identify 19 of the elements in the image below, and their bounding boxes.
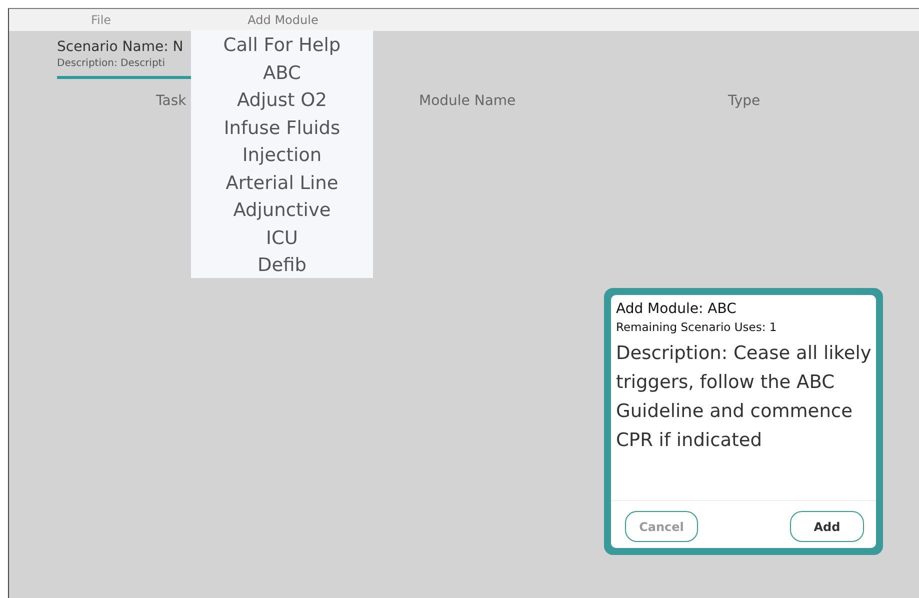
dialog-title: Add Module: ABC <box>615 300 738 319</box>
menu-item[interactable]: Infuse Fluids <box>191 114 373 142</box>
scenario-description: Description: Descripti <box>57 57 165 71</box>
menu-item[interactable]: Adjunctive <box>191 197 373 224</box>
module-description: Description: Cease all likely triggers, follow the ABC Guideline and commence CPR if indicated <box>615 342 872 453</box>
menu-item[interactable]: Arterial Line <box>191 170 373 197</box>
menu-item[interactable]: Adjust O2 <box>191 87 373 114</box>
remaining-uses: Remaining Scenario Uses: 1 <box>615 319 778 336</box>
column-header: Type <box>728 93 760 109</box>
scenario-name: Scenario Name: N <box>57 38 184 56</box>
menu-item[interactable]: Injection <box>191 142 373 170</box>
menu-item[interactable]: Add Module <box>192 11 374 29</box>
menu-item[interactable]: ABC <box>191 60 373 87</box>
column-header: Module Name <box>419 93 516 109</box>
menu-item[interactable]: ICU <box>191 224 373 252</box>
menu-item[interactable]: Defib <box>191 252 373 280</box>
menu-item[interactable]: Call For Help <box>191 32 373 60</box>
add-button[interactable]: Add <box>790 511 864 542</box>
column-header: Task <box>156 93 186 109</box>
